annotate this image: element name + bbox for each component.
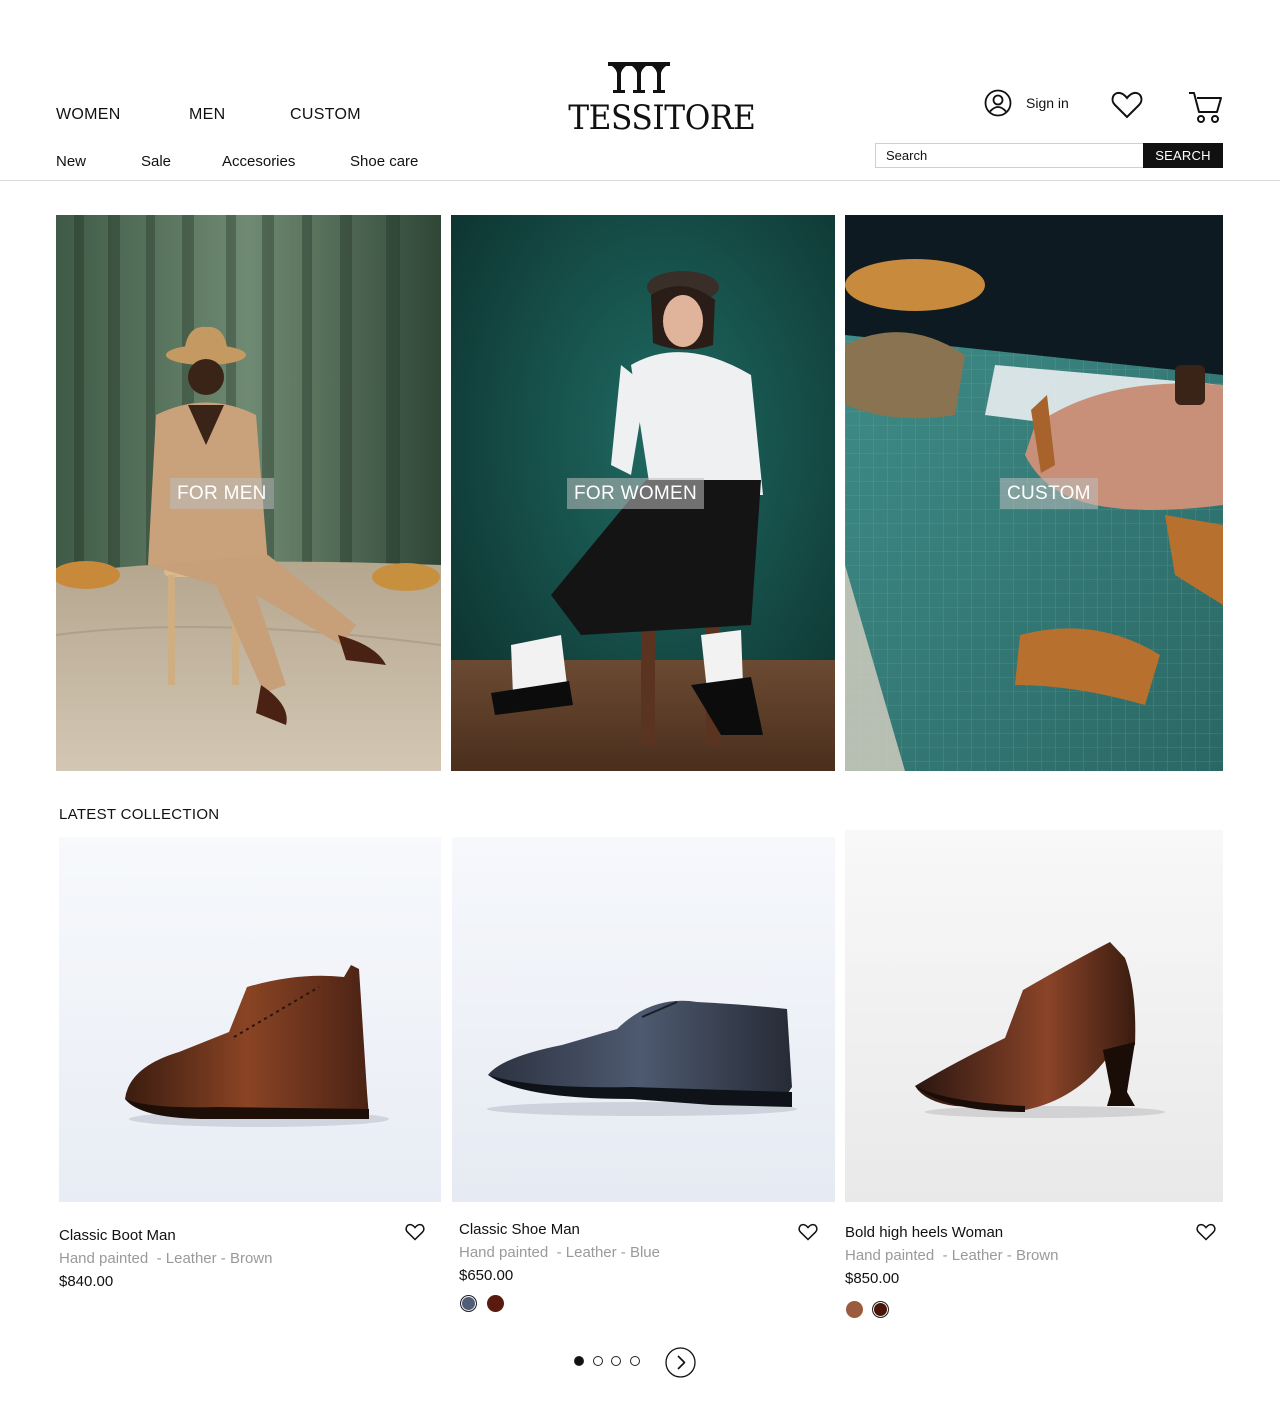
sign-in-link[interactable]: Sign in xyxy=(984,89,1069,117)
section-title: LATEST COLLECTION xyxy=(59,806,220,823)
cart-icon[interactable] xyxy=(1187,89,1223,125)
nav-sale[interactable]: Sale xyxy=(141,153,222,170)
hero-custom[interactable]: CUSTOM xyxy=(845,215,1223,771)
hero-label-men: FOR MEN xyxy=(170,478,274,509)
carousel-dot-4[interactable] xyxy=(629,1356,640,1366)
wishlist-heart-icon[interactable] xyxy=(798,1223,818,1241)
product-image-3[interactable] xyxy=(845,830,1223,1202)
product-details: - Leather - Brown xyxy=(942,1247,1059,1264)
search-bar: SEARCH xyxy=(875,143,1223,168)
sub-nav: New Sale Accesories Shoe care xyxy=(56,153,418,170)
brown-heel-photo xyxy=(845,830,1223,1202)
product-price: $840.00 xyxy=(59,1273,114,1290)
brand-name: TESSITORE xyxy=(568,98,756,138)
nav-accessories[interactable]: Accesories xyxy=(222,153,350,170)
nav-women[interactable]: WOMEN xyxy=(56,106,189,124)
color-swatch-brown[interactable] xyxy=(487,1295,504,1312)
product-finish: Hand painted xyxy=(459,1244,549,1261)
product-price: $850.00 xyxy=(845,1270,900,1287)
brown-boot-photo xyxy=(59,837,441,1202)
nav-custom[interactable]: CUSTOM xyxy=(290,106,361,124)
product-price: $650.00 xyxy=(459,1267,514,1284)
hero-men[interactable]: FOR MEN xyxy=(56,215,441,771)
search-input[interactable] xyxy=(875,143,1143,168)
carousel-dot-2[interactable] xyxy=(592,1356,603,1366)
search-button[interactable]: SEARCH xyxy=(1143,143,1223,168)
color-swatch-dark-brown[interactable] xyxy=(872,1301,889,1318)
nav-men[interactable]: MEN xyxy=(189,106,290,124)
carousel-dot-1[interactable] xyxy=(574,1356,584,1366)
product-details: - Leather - Blue xyxy=(556,1244,660,1261)
site-header: WOMEN MEN CUSTOM New Sale Accesories Sho… xyxy=(0,0,1280,181)
sign-in-label: Sign in xyxy=(1026,95,1069,111)
product-name[interactable]: Bold high heels Woman xyxy=(845,1224,1003,1241)
blue-shoe-photo xyxy=(452,837,835,1202)
product-finish: Hand painted xyxy=(59,1250,149,1267)
product-details: - Leather - Brown xyxy=(156,1250,273,1267)
product-description: Hand painted - Leather - Blue xyxy=(459,1244,660,1261)
product-name[interactable]: Classic Shoe Man xyxy=(459,1221,580,1238)
chevron-right-icon[interactable] xyxy=(665,1347,696,1378)
product-description: Hand painted - Leather - Brown xyxy=(59,1250,272,1267)
nav-new[interactable]: New xyxy=(56,153,141,170)
wishlist-heart-icon[interactable] xyxy=(405,1223,425,1241)
product-image-2[interactable] xyxy=(452,837,835,1202)
hero-label-women: FOR WOMEN xyxy=(567,478,705,509)
nav-shoe-care[interactable]: Shoe care xyxy=(350,153,418,170)
columns-logo-icon xyxy=(608,62,670,93)
brand-logo[interactable]: TESSITORE xyxy=(562,62,756,138)
product-description: Hand painted - Leather - Brown xyxy=(845,1247,1058,1264)
main-nav: WOMEN MEN CUSTOM xyxy=(56,106,361,124)
carousel-dot-3[interactable] xyxy=(611,1356,621,1366)
heart-icon[interactable] xyxy=(1111,90,1143,120)
product-name[interactable]: Classic Boot Man xyxy=(59,1227,176,1244)
wishlist-heart-icon[interactable] xyxy=(1196,1223,1216,1241)
carousel-pagination xyxy=(574,1356,648,1366)
product-finish: Hand painted xyxy=(845,1247,935,1264)
hero-label-custom: CUSTOM xyxy=(1000,478,1098,509)
color-swatch-blue[interactable] xyxy=(460,1295,477,1312)
product-image-1[interactable] xyxy=(59,837,441,1202)
user-icon xyxy=(984,89,1012,117)
color-swatch-tan[interactable] xyxy=(846,1301,863,1318)
hero-women[interactable]: FOR WOMEN xyxy=(451,215,835,771)
